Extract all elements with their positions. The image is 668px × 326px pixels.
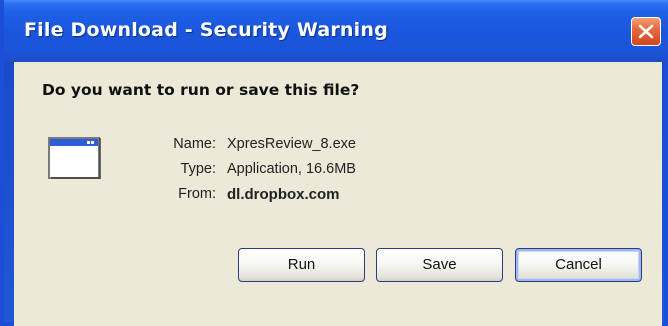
- file-name-value: XpresReview_8.exe: [227, 136, 356, 152]
- application-window-icon: [48, 137, 101, 179]
- save-button[interactable]: Save: [376, 248, 503, 282]
- field-values: XpresReview_8.exe Application, 16.6MB dl…: [227, 132, 356, 207]
- close-button[interactable]: [631, 17, 661, 46]
- dialog-body: Do you want to run or save this file? Na…: [14, 62, 662, 326]
- file-source-value: dl.dropbox.com: [227, 186, 340, 203]
- type-label: Type:: [180, 161, 216, 177]
- title-bar[interactable]: File Download - Security Warning: [4, 0, 668, 62]
- window-title: File Download - Security Warning: [24, 19, 388, 41]
- from-label: From:: [178, 186, 216, 202]
- prompt-question: Do you want to run or save this file?: [42, 81, 360, 99]
- run-button[interactable]: Run: [238, 248, 365, 282]
- name-label: Name:: [173, 136, 216, 152]
- field-labels: Name: Type: From:: [132, 132, 216, 207]
- cancel-button[interactable]: Cancel: [515, 248, 642, 282]
- file-type-value: Application, 16.6MB: [227, 161, 356, 177]
- close-icon: [638, 24, 654, 39]
- security-warning-dialog: File Download - Security Warning Do you …: [0, 0, 668, 326]
